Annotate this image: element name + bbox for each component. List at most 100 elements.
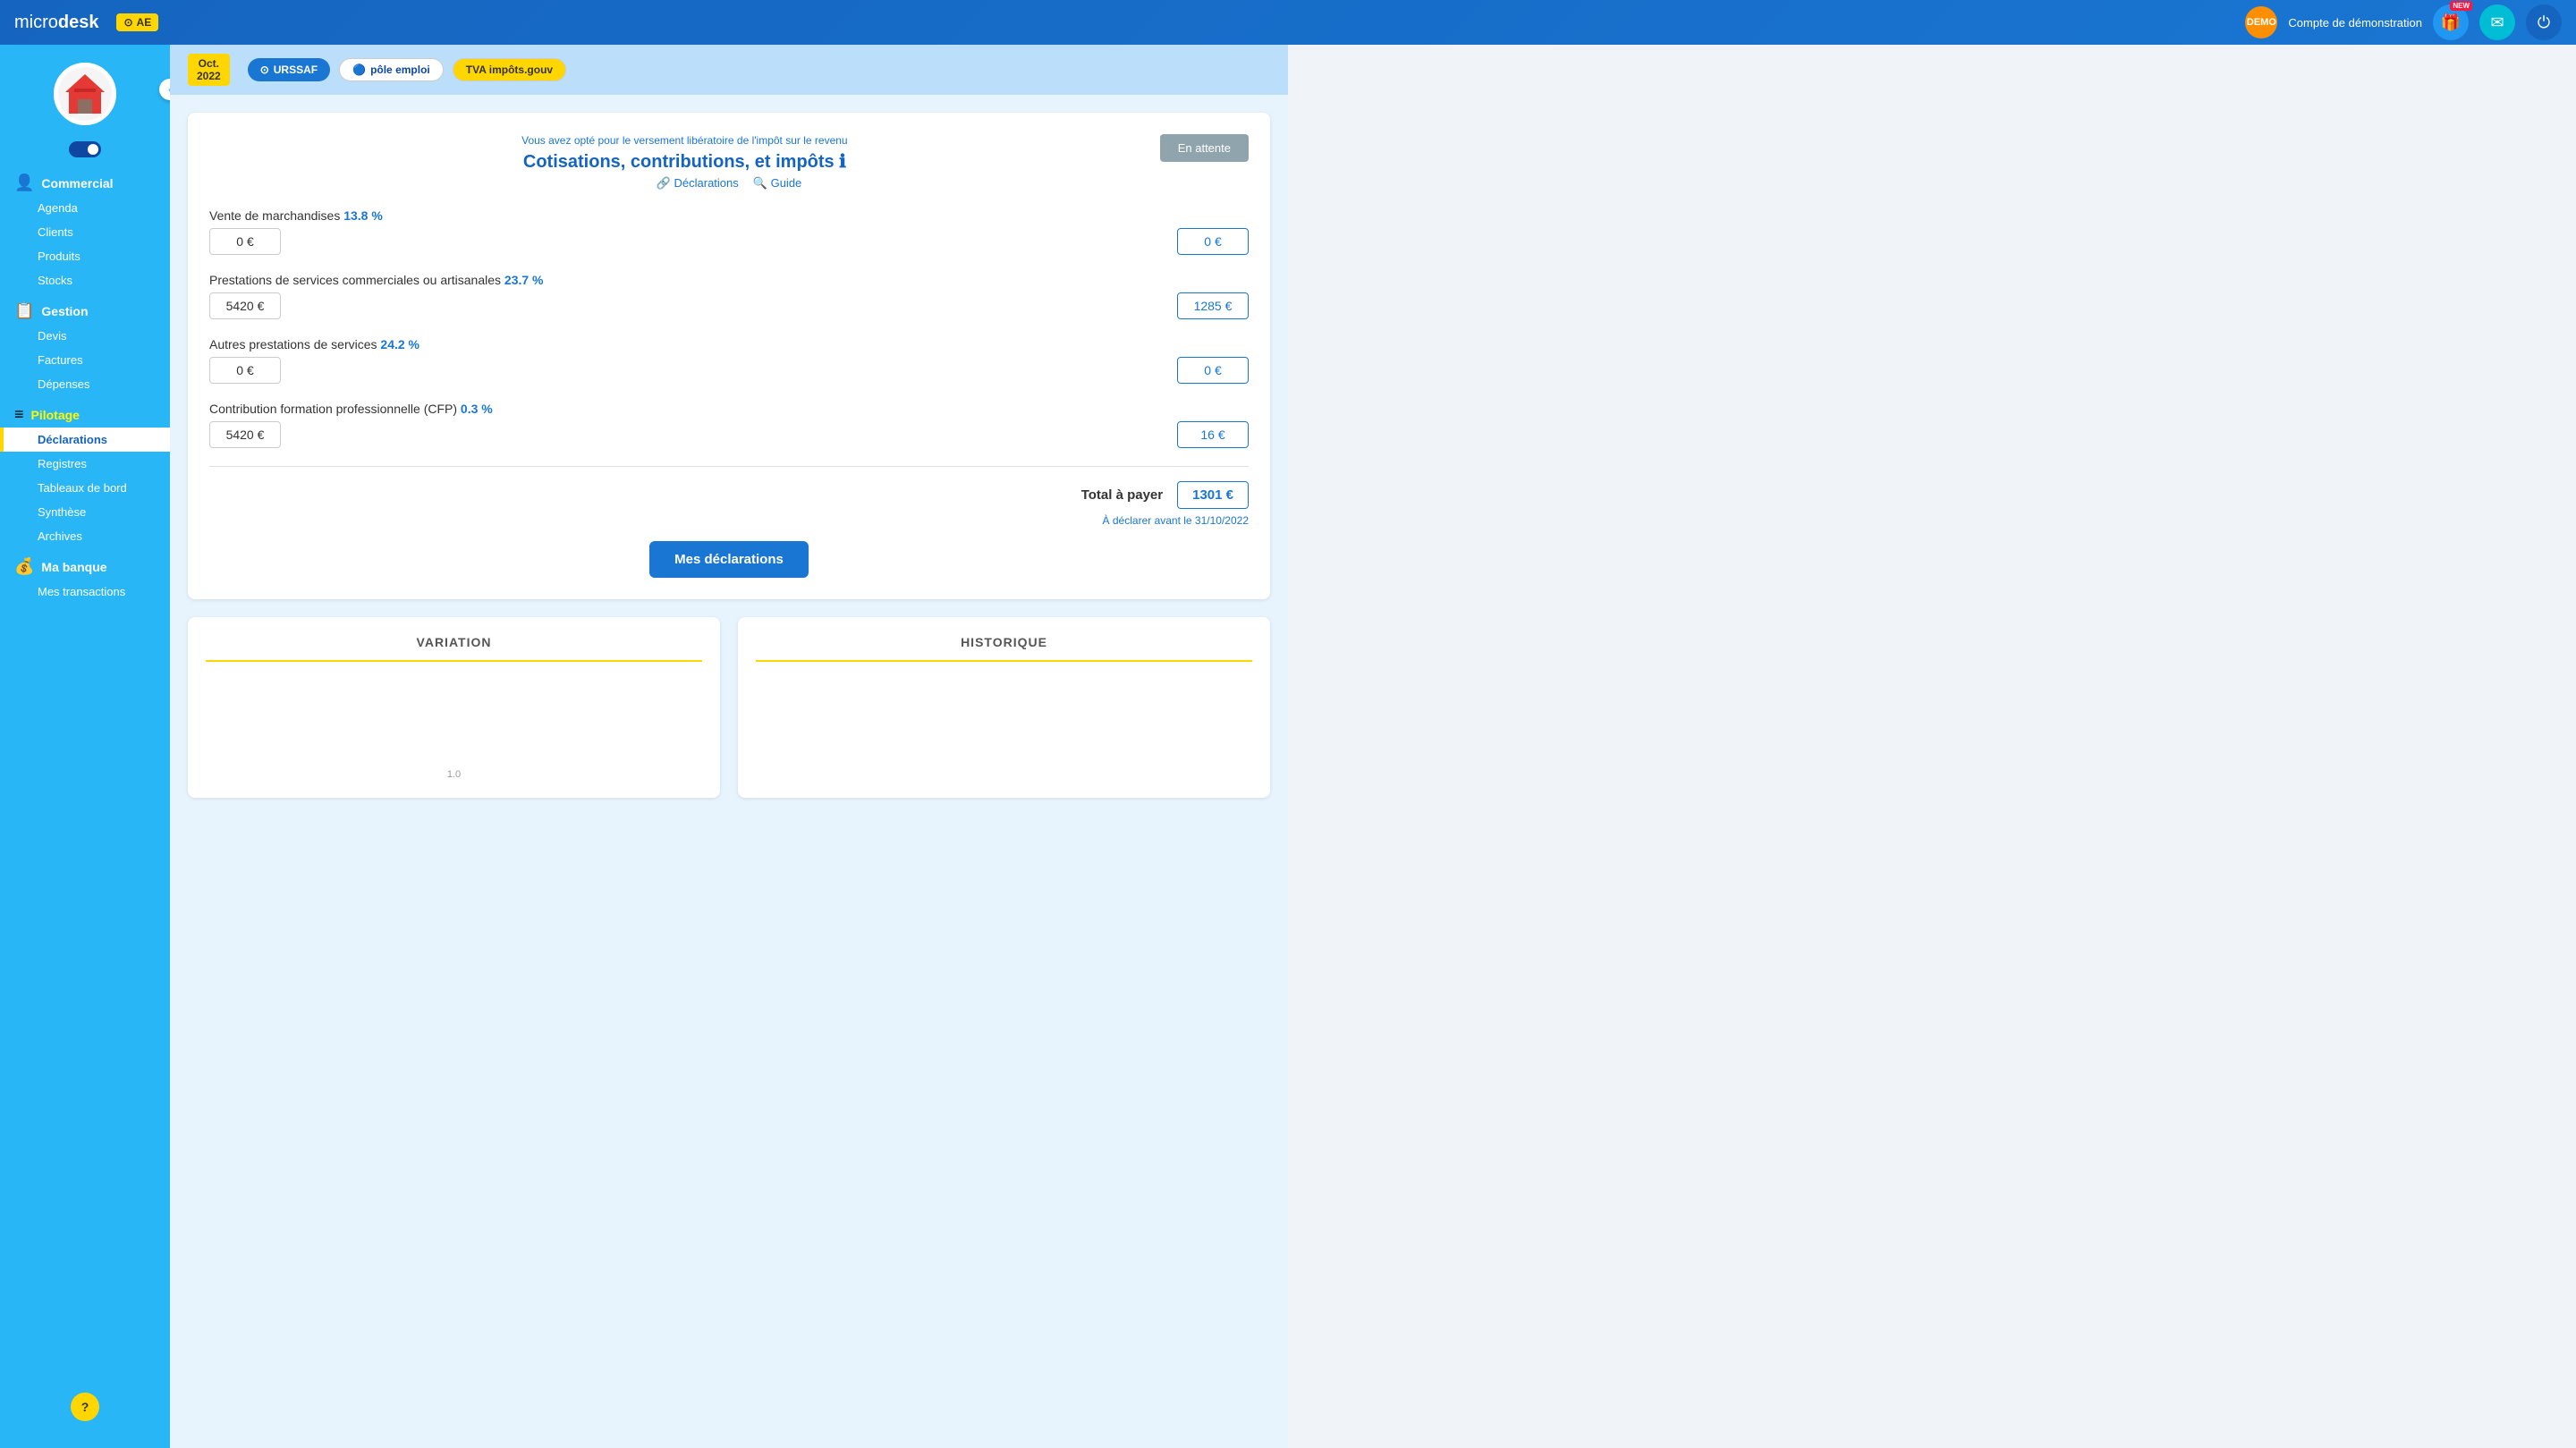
new-badge: NEW	[2450, 1, 2472, 11]
info-subtitle: Vous avez opté pour le versement libérat…	[209, 134, 1249, 147]
info-title: Cotisations, contributions, et impôts ℹ	[209, 150, 1249, 173]
cfp-input[interactable]: 5420 €	[209, 421, 281, 448]
toggle-switch[interactable]	[69, 141, 101, 157]
org-logos: ⊙ URSSAF 🔵 pôle emploi TVA impôts.gouv	[248, 58, 566, 81]
declarations-link[interactable]: 🔗 Déclarations	[657, 176, 739, 191]
prestations-result: 1285 €	[1177, 292, 1249, 319]
decl-row-cfp: Contribution formation professionnelle (…	[209, 402, 1249, 448]
declare-note: À déclarer avant le 31/10/2022	[209, 514, 1249, 527]
sidebar-collapse-btn[interactable]: ‹	[159, 79, 170, 100]
prestations-input[interactable]: 5420 €	[209, 292, 281, 319]
historique-title: HISTORIQUE	[756, 635, 1252, 649]
sidebar-item-clients[interactable]: Clients	[0, 220, 170, 244]
tva-logo[interactable]: TVA impôts.gouv	[453, 58, 566, 81]
mail-button[interactable]: ✉	[2479, 4, 2515, 40]
power-button[interactable]: ⏻	[2526, 4, 2562, 40]
autres-inputs: 0 € 0 €	[209, 357, 1249, 384]
sidebar-item-produits[interactable]: Produits	[0, 244, 170, 268]
pilotage-label: Pilotage	[31, 408, 80, 422]
commercial-label: Commercial	[41, 176, 113, 191]
vente-input[interactable]: 0 €	[209, 228, 281, 255]
vente-inputs: 0 € 0 €	[209, 228, 1249, 255]
sidebar-item-declarations[interactable]: Déclarations	[0, 428, 170, 452]
sidebar-item-depenses[interactable]: Dépenses	[0, 372, 170, 396]
variation-title: VARIATION	[206, 635, 702, 649]
autres-result: 0 €	[1177, 357, 1249, 384]
sidebar-item-devis[interactable]: Devis	[0, 324, 170, 348]
toggle-area	[0, 134, 170, 165]
decl-row-autres: Autres prestations de services 24.2 % 0 …	[209, 337, 1249, 384]
demo-avatar: DEMO	[2245, 6, 2277, 38]
sidebar-item-agenda[interactable]: Agenda	[0, 196, 170, 220]
sidebar-item-tableaux-de-bord[interactable]: Tableaux de bord	[0, 476, 170, 500]
pilotage-icon: ≡	[14, 405, 24, 424]
historique-chart	[756, 673, 1252, 780]
sidebar-section-ma-banque[interactable]: 💰 Ma banque	[0, 548, 170, 580]
avatar-area: ‹	[0, 45, 170, 134]
power-icon: ⏻	[2538, 13, 2550, 32]
top-navigation: microdesk AE DEMO Compte de démonstratio…	[0, 0, 2576, 45]
total-area: Total à payer 1301 €	[209, 481, 1249, 509]
banque-icon: 💰	[14, 557, 34, 576]
cfp-result: 16 €	[1177, 421, 1249, 448]
help-button[interactable]: ?	[71, 1393, 99, 1421]
gestion-label: Gestion	[41, 304, 88, 318]
month-label: Oct.	[197, 57, 221, 70]
vente-result: 0 €	[1177, 228, 1249, 255]
total-label: Total à payer	[1081, 487, 1163, 503]
user-avatar	[54, 63, 116, 125]
gestion-icon: 📋	[14, 301, 34, 320]
variation-chart: 1.0	[206, 673, 702, 780]
info-banner: Vous avez opté pour le versement libérat…	[209, 134, 1249, 191]
cfp-inputs: 5420 € 16 €	[209, 421, 1249, 448]
sidebar-bottom: ?	[0, 1384, 170, 1430]
sidebar-item-archives[interactable]: Archives	[0, 524, 170, 548]
top-right-controls: DEMO Compte de démonstration 🎁 NEW ✉ ⏻	[2245, 4, 2562, 40]
gift-icon: 🎁	[2441, 13, 2461, 32]
year-label: 2022	[197, 70, 221, 82]
account-name: Compte de démonstration	[2288, 16, 2422, 30]
vente-label: Vente de marchandises 13.8 %	[209, 208, 1249, 223]
app-logo: microdesk	[14, 13, 98, 33]
date-badge[interactable]: Oct. 2022	[188, 54, 230, 86]
mes-declarations-button[interactable]: Mes déclarations	[649, 541, 809, 578]
cfp-label: Contribution formation professionnelle (…	[209, 402, 1249, 416]
date-navigation: Oct. 2022 ⊙ URSSAF 🔵 pôle emploi TVA imp…	[170, 45, 1288, 95]
ae-badge[interactable]: AE	[116, 13, 158, 31]
banque-label: Ma banque	[41, 560, 106, 574]
variation-chart-card: VARIATION 1.0	[188, 617, 720, 798]
en-attente-button[interactable]: En attente	[1160, 134, 1249, 162]
main-content: Oct. 2022 ⊙ URSSAF 🔵 pôle emploi TVA imp…	[170, 45, 1288, 1448]
bottom-section: VARIATION 1.0 HISTORIQUE	[188, 617, 1270, 798]
sidebar-section-gestion[interactable]: 📋 Gestion	[0, 292, 170, 324]
content-area: En attente Vous avez opté pour le versem…	[170, 95, 1288, 816]
gift-button[interactable]: 🎁 NEW	[2433, 4, 2469, 40]
info-links: 🔗 Déclarations 🔍 Guide	[209, 176, 1249, 191]
autres-input[interactable]: 0 €	[209, 357, 281, 384]
prestations-label: Prestations de services commerciales ou …	[209, 273, 1249, 287]
sidebar-item-registres[interactable]: Registres	[0, 452, 170, 476]
decl-row-vente: Vente de marchandises 13.8 % 0 € 0 €	[209, 208, 1249, 255]
decl-row-prestations: Prestations de services commerciales ou …	[209, 273, 1249, 319]
y-axis-label: 1.0	[447, 769, 461, 780]
historique-divider	[756, 660, 1252, 662]
historique-chart-card: HISTORIQUE	[738, 617, 1270, 798]
commercial-icon: 👤	[14, 174, 34, 192]
pole-emploi-logo[interactable]: 🔵 pôle emploi	[339, 58, 444, 81]
divider	[209, 466, 1249, 467]
guide-link[interactable]: 🔍 Guide	[753, 176, 802, 191]
mail-icon: ✉	[2490, 13, 2504, 32]
autres-label: Autres prestations de services 24.2 %	[209, 337, 1249, 351]
declarations-card: En attente Vous avez opté pour le versem…	[188, 113, 1270, 599]
sidebar-item-factures[interactable]: Factures	[0, 348, 170, 372]
sidebar-item-mes-transactions[interactable]: Mes transactions	[0, 580, 170, 604]
sidebar-item-stocks[interactable]: Stocks	[0, 268, 170, 292]
prestations-inputs: 5420 € 1285 €	[209, 292, 1249, 319]
sidebar-section-commercial[interactable]: 👤 Commercial	[0, 165, 170, 196]
variation-divider	[206, 660, 702, 662]
sidebar: ‹ 👤 Commercial Agenda Clients Produits S…	[0, 45, 170, 1448]
sidebar-section-pilotage[interactable]: ≡ Pilotage	[0, 396, 170, 428]
urssaf-logo[interactable]: ⊙ URSSAF	[248, 58, 330, 81]
sidebar-item-synthese[interactable]: Synthèse	[0, 500, 170, 524]
total-value: 1301 €	[1177, 481, 1249, 509]
